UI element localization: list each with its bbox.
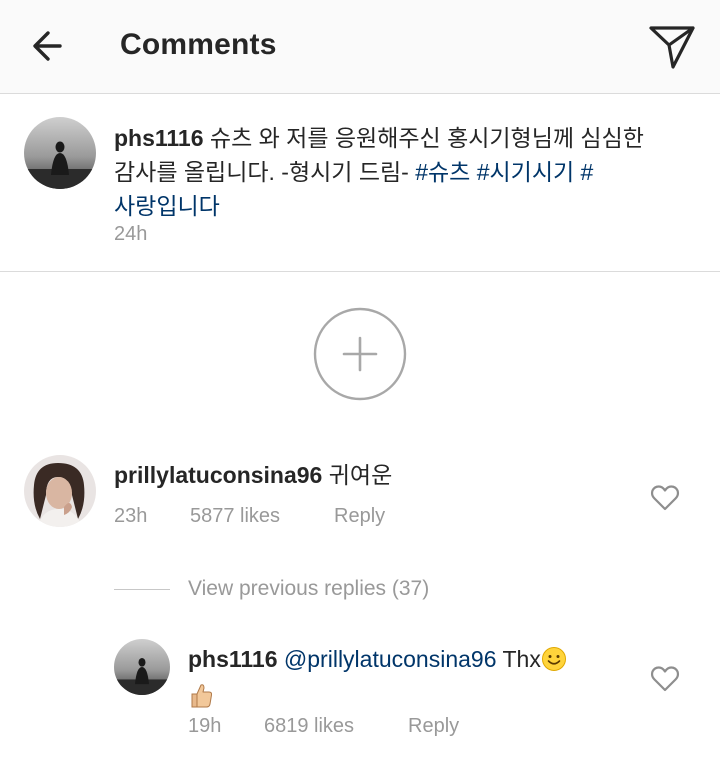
avatar[interactable]: [24, 455, 96, 527]
view-previous-replies[interactable]: View previous replies (37): [114, 576, 514, 604]
view-replies-label: View previous replies (37): [188, 577, 430, 600]
hashtag-link[interactable]: #시기시기: [477, 159, 574, 185]
profile-photo-icon: [24, 455, 96, 527]
caption-username[interactable]: phs1116: [114, 125, 204, 151]
divider: [114, 589, 170, 590]
like-button[interactable]: [650, 484, 680, 512]
reply-text: phs1116 @prillylatuconsina96 Thx: [188, 643, 638, 717]
page-title: Comments: [120, 28, 277, 61]
mention-link[interactable]: @prillylatuconsina96: [284, 646, 497, 672]
avatar[interactable]: [114, 639, 170, 695]
back-button[interactable]: [24, 26, 72, 66]
slightly-smiling-face-emoji: [541, 646, 567, 680]
heart-icon: [650, 666, 680, 692]
caption-text: phs1116 슈츠 와 저를 응원해주신 홍시기형님께 심심한 감사를 올립니…: [114, 121, 674, 223]
top-bar: Comments: [0, 0, 720, 94]
heart-icon: [650, 485, 680, 511]
reply-username[interactable]: phs1116: [188, 646, 278, 672]
arrow-left-icon: [33, 31, 62, 61]
share-button[interactable]: [646, 22, 698, 72]
likes-count[interactable]: 5877 likes: [190, 505, 280, 528]
profile-photo-icon: [114, 639, 170, 695]
reply-button[interactable]: Reply: [408, 715, 459, 738]
like-button[interactable]: [650, 665, 680, 693]
direct-send-icon: [649, 26, 695, 69]
reply-button[interactable]: Reply: [334, 505, 385, 528]
profile-photo-icon: [24, 117, 96, 189]
reply-item: phs1116 @prillylatuconsina96 Thx 19h 681…: [0, 639, 720, 749]
comment-body: 귀여운: [322, 462, 393, 488]
thumbs-up-emoji: [188, 681, 214, 717]
caption-timestamp: 24h: [114, 223, 148, 245]
likes-count[interactable]: 6819 likes: [264, 715, 354, 738]
post-caption: phs1116 슈츠 와 저를 응원해주신 홍시기형님께 심심한 감사를 올립니…: [0, 95, 720, 272]
comment-text: prillylatuconsina96 귀여운: [114, 459, 634, 491]
comment-item: prillylatuconsina96 귀여운 23h 5877 likes R…: [0, 455, 720, 555]
comment-timestamp: 23h: [114, 505, 148, 527]
hashtag-link[interactable]: #슈츠: [415, 159, 470, 185]
avatar[interactable]: [24, 117, 96, 189]
plus-circle-icon: [313, 307, 407, 401]
reply-timestamp: 19h: [188, 715, 222, 737]
comment-username[interactable]: prillylatuconsina96: [114, 462, 322, 488]
load-more-comments-button[interactable]: [313, 307, 407, 401]
reply-body: Thx: [496, 646, 541, 672]
